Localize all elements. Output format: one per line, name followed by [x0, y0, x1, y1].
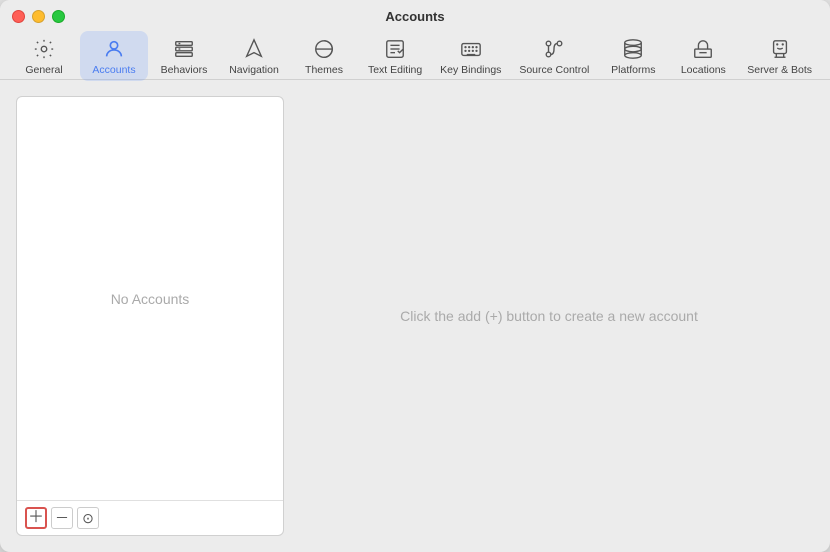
- tab-server-bots-label: Server & Bots: [747, 64, 812, 76]
- tab-general-label: General: [25, 64, 62, 76]
- tab-navigation-label: Navigation: [229, 64, 279, 76]
- toolbar: General Accounts: [0, 27, 830, 89]
- tab-themes-label: Themes: [305, 64, 343, 76]
- hint-text: Click the add (+) button to create a new…: [400, 308, 698, 324]
- left-panel-footer: ＋ － ⊙: [17, 500, 283, 535]
- no-accounts-text: No Accounts: [111, 291, 190, 307]
- minimize-button[interactable]: [32, 10, 45, 23]
- tab-text-editing[interactable]: Text Editing: [360, 31, 430, 81]
- server-bots-icon: [767, 36, 793, 62]
- tab-key-bindings-label: Key Bindings: [440, 64, 501, 76]
- tab-general[interactable]: General: [10, 31, 78, 81]
- general-icon: [31, 36, 57, 62]
- tab-platforms[interactable]: Platforms: [599, 31, 667, 81]
- maximize-button[interactable]: [52, 10, 65, 23]
- window-controls: [12, 10, 65, 23]
- tab-behaviors-label: Behaviors: [161, 64, 208, 76]
- locations-icon: [690, 36, 716, 62]
- tab-source-control[interactable]: Source Control: [511, 31, 597, 81]
- titlebar: Accounts General: [0, 0, 830, 80]
- app-window: Accounts General: [0, 0, 830, 552]
- action-button[interactable]: ⊙: [77, 507, 99, 529]
- accounts-list: No Accounts: [17, 97, 283, 500]
- platforms-icon: [620, 36, 646, 62]
- navigation-icon: [241, 36, 267, 62]
- source-control-icon: [541, 36, 567, 62]
- tab-source-control-label: Source Control: [519, 64, 589, 76]
- close-button[interactable]: [12, 10, 25, 23]
- behaviors-icon: [171, 36, 197, 62]
- main-content: No Accounts ＋ － ⊙ Click the add (+) butt…: [0, 80, 830, 552]
- tab-platforms-label: Platforms: [611, 64, 655, 76]
- themes-icon: [311, 36, 337, 62]
- remove-account-button[interactable]: －: [51, 507, 73, 529]
- add-account-button[interactable]: ＋: [25, 507, 47, 529]
- tab-server-bots[interactable]: Server & Bots: [739, 31, 820, 81]
- tab-locations-label: Locations: [681, 64, 726, 76]
- window-title: Accounts: [385, 9, 444, 24]
- tab-key-bindings[interactable]: Key Bindings: [432, 31, 509, 81]
- accounts-icon: [101, 36, 127, 62]
- tab-locations[interactable]: Locations: [669, 31, 737, 81]
- left-panel: No Accounts ＋ － ⊙: [16, 96, 284, 536]
- tab-themes[interactable]: Themes: [290, 31, 358, 81]
- tab-accounts-label: Accounts: [92, 64, 135, 76]
- right-panel: Click the add (+) button to create a new…: [284, 96, 814, 536]
- text-editing-icon: [382, 36, 408, 62]
- key-bindings-icon: [458, 36, 484, 62]
- tab-behaviors[interactable]: Behaviors: [150, 31, 218, 81]
- tab-accounts[interactable]: Accounts: [80, 31, 148, 81]
- tab-navigation[interactable]: Navigation: [220, 31, 288, 81]
- titlebar-top: Accounts: [0, 0, 830, 27]
- tab-text-editing-label: Text Editing: [368, 64, 422, 76]
